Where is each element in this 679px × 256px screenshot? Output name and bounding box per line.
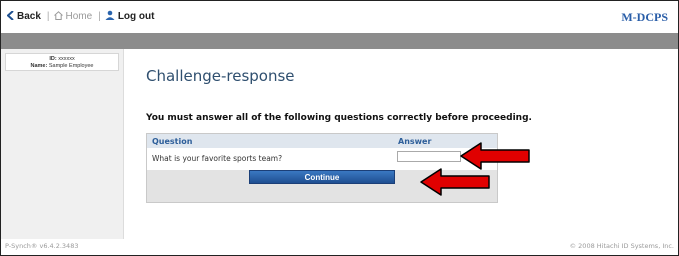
user-icon bbox=[105, 10, 115, 23]
answer-column-header: Answer bbox=[398, 137, 432, 146]
nav-separator: | bbox=[98, 11, 101, 22]
user-id-line: ID: xxxxxx bbox=[6, 56, 118, 63]
answer-input[interactable] bbox=[397, 151, 461, 162]
user-name-line: Name: Sample Employee bbox=[6, 63, 118, 70]
home-icon bbox=[53, 10, 63, 23]
copyright-text: © 2008 Hitachi ID Systems, Inc. bbox=[569, 242, 674, 250]
logout-link[interactable]: Log out bbox=[105, 10, 155, 23]
user-id-value: xxxxxx bbox=[58, 56, 75, 62]
brand-logo: M-DCPS bbox=[621, 10, 668, 24]
user-id-label: ID: bbox=[49, 56, 57, 62]
top-navigation-bar: Back | Home | Log out M-DCPS bbox=[1, 1, 678, 33]
continue-button[interactable]: Continue bbox=[249, 170, 395, 184]
user-info-box: ID: xxxxxx Name: Sample Employee bbox=[5, 53, 119, 71]
question-column-header: Question bbox=[152, 137, 193, 146]
home-link[interactable]: Home bbox=[53, 10, 93, 23]
window-frame: Back | Home | Log out M-DCPS ID: xxxxxx … bbox=[0, 0, 679, 256]
status-bar: P-Synch® v6.4.2.3483 © 2008 Hitachi ID S… bbox=[1, 239, 678, 255]
question-text: What is your favorite sports team? bbox=[152, 154, 283, 163]
back-label: Back bbox=[17, 11, 41, 22]
sidebar: ID: xxxxxx Name: Sample Employee bbox=[1, 49, 124, 239]
nav-separator: | bbox=[46, 11, 50, 22]
red-arrow-annotation bbox=[420, 168, 490, 196]
back-link[interactable]: Back bbox=[6, 9, 41, 23]
header-divider-bar bbox=[1, 33, 678, 49]
chevron-left-icon bbox=[6, 9, 14, 23]
instruction-text: You must answer all of the following que… bbox=[146, 113, 532, 123]
table-row: What is your favorite sports team? bbox=[147, 150, 497, 166]
user-name-label: Name: bbox=[30, 63, 48, 69]
version-text: P-Synch® v6.4.2.3483 bbox=[5, 242, 79, 250]
page-title: Challenge-response bbox=[146, 67, 295, 85]
home-label: Home bbox=[65, 11, 93, 22]
user-name-value: Sample Employee bbox=[48, 63, 94, 69]
logout-label: Log out bbox=[117, 11, 155, 22]
table-header: Question Answer bbox=[147, 134, 497, 148]
nav-links: Back | Home | Log out bbox=[6, 9, 160, 23]
